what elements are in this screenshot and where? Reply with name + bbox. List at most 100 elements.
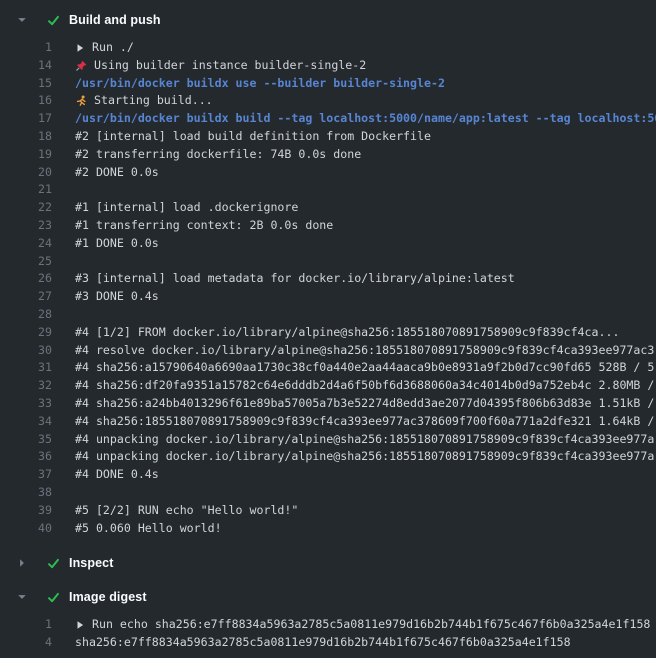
line-number[interactable]: 37 [0, 466, 52, 484]
log-text: #5 0.060 Hello world! [52, 520, 656, 538]
line-number[interactable]: 26 [0, 270, 52, 288]
log-text-content: #2 transferring dockerfile: 74B 0.0s don… [75, 146, 361, 164]
check-icon [47, 557, 60, 570]
log-line: 34 #4 sha256:185518070891758909c9f839cf4c… [0, 413, 656, 431]
log-text: #1 transferring context: 2B 0.0s done [52, 217, 656, 235]
step-title: Inspect [69, 556, 113, 570]
log-text: #2 transferring dockerfile: 74B 0.0s don… [52, 146, 656, 164]
log-block: 1 Run ./ 14Using builder instance builder-… [0, 39, 656, 537]
log-text-content: #4 sha256:a24bb4013296f61e89ba57005a7b3e… [75, 395, 654, 413]
line-number[interactable]: 15 [0, 75, 52, 93]
line-number[interactable]: 4 [0, 634, 52, 652]
line-number[interactable]: 38 [0, 484, 52, 502]
log-line: 40#5 0.060 Hello world! [0, 520, 656, 538]
line-number[interactable]: 34 [0, 413, 52, 431]
line-number[interactable]: 25 [0, 253, 52, 271]
log-text: Using builder instance builder-single-2 [52, 57, 656, 75]
log-text: #4 sha256:df20fa9351a15782c64e6dddb2d4a6… [52, 377, 656, 395]
step-header-inspect[interactable]: Inspect [0, 553, 656, 573]
log-line: 22 #1 [internal] load .dockerignore [0, 199, 656, 217]
line-number[interactable]: 24 [0, 235, 52, 253]
step-header-build-and-push[interactable]: Build and push [0, 10, 656, 30]
check-icon [47, 14, 60, 27]
line-number[interactable]: 1 [0, 616, 52, 634]
line-number[interactable]: 40 [0, 520, 52, 538]
log-text-content: sha256:e7ff8834a5963a2785c5a0811e979d16b… [75, 634, 571, 652]
log-text-content: #4 sha256:a15790640a6690aa1730c38cf0a440… [75, 359, 654, 377]
log-line: 23#1 transferring context: 2B 0.0s done [0, 217, 656, 235]
workflow-log-viewer: Build and push1Run ./14Using builder ins… [0, 0, 656, 658]
line-number[interactable]: 14 [0, 57, 52, 75]
log-text: #3 [internal] load metadata for docker.i… [52, 270, 656, 288]
log-command-text: /usr/bin/docker buildx use --builder bui… [52, 75, 656, 93]
log-text-content: #4 sha256:185518070891758909c9f839cf4ca3… [75, 413, 654, 431]
line-number[interactable]: 28 [0, 306, 52, 324]
chevron-down-icon[interactable] [17, 15, 27, 25]
step-title: Build and push [69, 13, 161, 27]
log-line: 25 [0, 253, 656, 271]
line-number[interactable]: 27 [0, 288, 52, 306]
log-text: #4 sha256:a15790640a6690aa1730c38cf0a440… [52, 359, 656, 377]
log-line: 15/usr/bin/docker buildx use --builder b… [0, 75, 656, 93]
step-image-digest: Image digest 1 Run echo sha256:e7ff8834a59… [0, 587, 656, 652]
log-block: 1 Run echo sha256:e7ff8834a5963a2785c5a08… [0, 616, 656, 652]
log-text: #4 unpacking docker.io/library/alpine@sh… [52, 448, 656, 466]
log-text-content: #2 [internal] load build definition from… [75, 128, 431, 146]
step-header-image-digest[interactable]: Image digest [0, 587, 656, 607]
log-line: 18 #2 [internal] load build definition fr… [0, 128, 656, 146]
log-text-content: Run ./ [92, 39, 134, 57]
log-text: #4 DONE 0.4s [52, 466, 656, 484]
line-number[interactable]: 29 [0, 324, 52, 342]
log-text [52, 484, 656, 502]
line-number[interactable]: 16 [0, 92, 52, 110]
log-line: 38 [0, 484, 656, 502]
line-number[interactable]: 22 [0, 199, 52, 217]
log-text: sha256:e7ff8834a5963a2785c5a0811e979d16b… [52, 634, 656, 652]
pin-icon [75, 60, 87, 72]
line-number[interactable]: 31 [0, 359, 52, 377]
line-number[interactable]: 23 [0, 217, 52, 235]
log-line: 31 #4 sha256:a15790640a6690aa1730c38cf0a4… [0, 359, 656, 377]
log-text-content: #4 [1/2] FROM docker.io/library/alpine@s… [75, 324, 619, 342]
log-text: #1 [internal] load .dockerignore [52, 199, 656, 217]
line-number[interactable]: 30 [0, 342, 52, 360]
line-number[interactable]: 32 [0, 377, 52, 395]
line-number[interactable]: 21 [0, 181, 52, 199]
line-number[interactable]: 35 [0, 431, 52, 449]
log-line: 32#4 sha256:df20fa9351a15782c64e6dddb2d4… [0, 377, 656, 395]
chevron-right-icon[interactable] [17, 558, 27, 568]
line-number[interactable]: 33 [0, 395, 52, 413]
log-text: #2 [internal] load build definition from… [52, 128, 656, 146]
log-text: Starting build... [52, 92, 656, 110]
log-text: #5 [2/2] RUN echo "Hello world!" [52, 502, 656, 520]
line-number[interactable]: 36 [0, 448, 52, 466]
chevron-down-icon[interactable] [17, 592, 27, 602]
runner-icon [75, 95, 87, 107]
log-line: 33 #4 sha256:a24bb4013296f61e89ba57005a7b… [0, 395, 656, 413]
log-line: 17/usr/bin/docker buildx build --tag loc… [0, 110, 656, 128]
log-line: 19 #2 transferring dockerfile: 74B 0.0s d… [0, 146, 656, 164]
log-text-content: #4 unpacking docker.io/library/alpine@sh… [75, 431, 654, 449]
log-text-content: #5 [2/2] RUN echo "Hello world!" [75, 502, 298, 520]
line-number[interactable]: 1 [0, 39, 52, 57]
log-text-content: #2 DONE 0.0s [75, 164, 159, 182]
line-number[interactable]: 20 [0, 164, 52, 182]
log-text-content: Run echo sha256:e7ff8834a5963a2785c5a081… [92, 616, 650, 634]
log-line: 37#4 DONE 0.4s [0, 466, 656, 484]
line-number[interactable]: 18 [0, 128, 52, 146]
line-number[interactable]: 19 [0, 146, 52, 164]
log-line: 28 [0, 306, 656, 324]
log-line: 16 Starting build... [0, 92, 656, 110]
log-text: #3 DONE 0.4s [52, 288, 656, 306]
play-icon[interactable] [75, 620, 85, 630]
line-number[interactable]: 39 [0, 502, 52, 520]
log-text: #4 sha256:a24bb4013296f61e89ba57005a7b3e… [52, 395, 656, 413]
log-text: #4 [1/2] FROM docker.io/library/alpine@s… [52, 324, 656, 342]
log-text-content: #1 [internal] load .dockerignore [75, 199, 298, 217]
steps-container: Build and push1Run ./14Using builder ins… [0, 10, 656, 652]
log-text-content: #1 DONE 0.0s [75, 235, 159, 253]
check-icon [47, 591, 60, 604]
log-text-content: Starting build... [94, 92, 213, 110]
line-number[interactable]: 17 [0, 110, 52, 128]
play-icon[interactable] [75, 43, 85, 53]
